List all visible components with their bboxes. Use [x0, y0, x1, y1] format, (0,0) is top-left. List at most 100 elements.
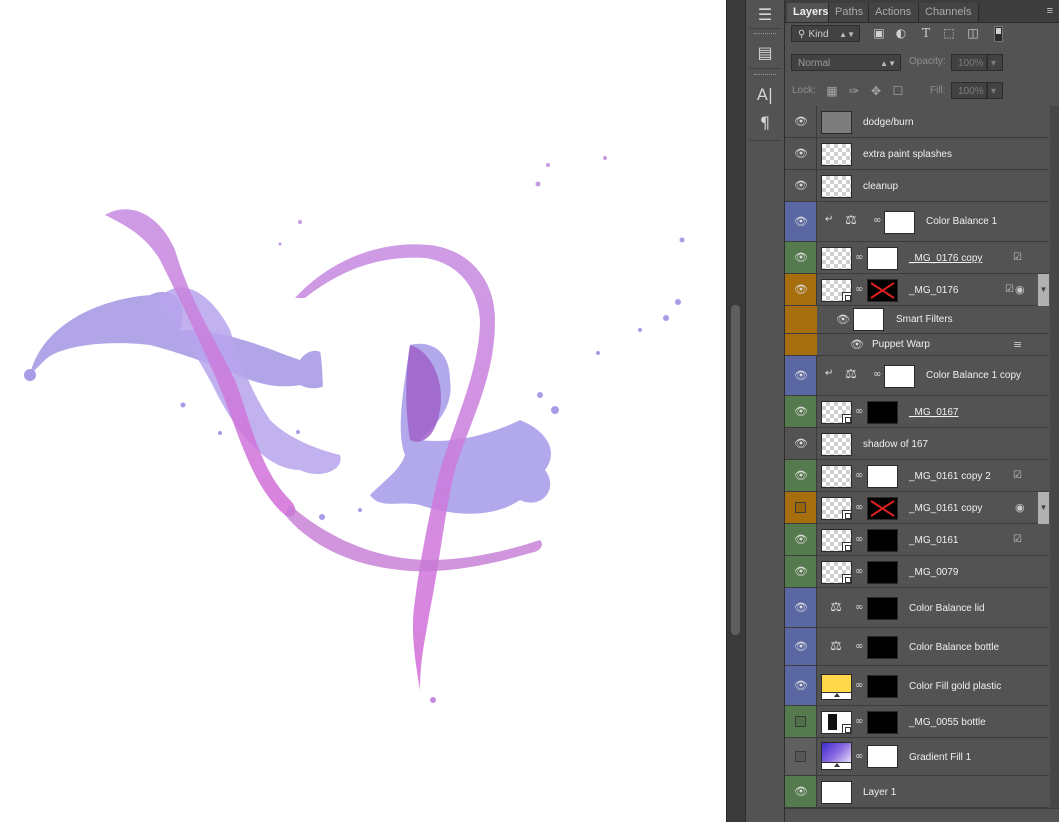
- puppet-warp-row[interactable]: 👁 Puppet Warp ≡: [785, 334, 1049, 356]
- pixel-filter-icon[interactable]: ▣: [872, 26, 886, 40]
- tab-paths[interactable]: Paths: [829, 3, 869, 22]
- layer-row[interactable]: ∞ _MG_0161 copy ◉ ▼: [785, 492, 1049, 524]
- eye-icon[interactable]: 👁: [835, 313, 851, 327]
- eye-icon[interactable]: 👁: [793, 179, 809, 193]
- layer-row[interactable]: 👁 ∞ _MG_0167: [785, 396, 1049, 428]
- eye-icon[interactable]: 👁: [793, 640, 809, 654]
- lock-move-icon[interactable]: ✥: [869, 84, 883, 98]
- type-filter-icon[interactable]: T: [919, 26, 933, 40]
- eye-icon[interactable]: 👁: [793, 533, 809, 547]
- tab-layers[interactable]: Layers: [787, 3, 829, 22]
- layer-name: shadow of 167: [863, 439, 929, 450]
- expand-effects-arrow-icon[interactable]: ▼: [1038, 492, 1049, 524]
- eye-icon[interactable]: 👁: [793, 147, 809, 161]
- strip-grip[interactable]: [754, 74, 776, 77]
- layer-visibility-cell[interactable]: 👁: [785, 170, 817, 201]
- layer-visibility-cell[interactable]: 👁: [785, 138, 817, 169]
- layer-row[interactable]: 👁 ∞ _MG_0161 copy 2 ☑: [785, 460, 1049, 492]
- layer-visibility-cell[interactable]: [785, 706, 817, 737]
- layer-visibility-cell[interactable]: 👁: [785, 776, 817, 807]
- expand-effects-arrow-icon[interactable]: ▼: [1038, 274, 1049, 306]
- layer-row[interactable]: 👁 ∞ _MG_0079: [785, 556, 1049, 588]
- hidden-visibility-box[interactable]: [795, 751, 806, 762]
- eye-icon[interactable]: 👁: [793, 405, 809, 419]
- layer-visibility-cell[interactable]: 👁: [785, 428, 817, 459]
- layer-row[interactable]: 👁 ↵ ⚖ ∞ Color Balance 1 copy: [785, 356, 1049, 396]
- smart-filters-row[interactable]: 👁 Smart Filters: [785, 306, 1049, 334]
- smart-object-filter-icon[interactable]: ◫: [966, 26, 980, 40]
- eye-icon[interactable]: 👁: [849, 338, 865, 352]
- character-panel-icon[interactable]: A|: [754, 84, 776, 106]
- layer-row[interactable]: 👁 shadow of 167: [785, 428, 1049, 460]
- filter-kind-select[interactable]: ⚲ Kind ▲▼: [791, 25, 860, 42]
- layer-visibility-cell[interactable]: 👁: [785, 628, 817, 665]
- layer-row[interactable]: 👁 ∞ _MG_0161 ☑: [785, 524, 1049, 556]
- layer-visibility-cell[interactable]: 👁: [785, 274, 817, 305]
- filter-toggle-switch[interactable]: [994, 26, 1003, 42]
- layer-row[interactable]: 👁 ∞ Color Fill gold plastic: [785, 666, 1049, 706]
- layer-visibility-cell[interactable]: 👁: [785, 106, 817, 137]
- layers-panel-scrollbar[interactable]: [1050, 106, 1059, 822]
- eye-icon[interactable]: 👁: [793, 679, 809, 693]
- smart-filter-badge-icon[interactable]: ◉: [1015, 502, 1029, 514]
- layer-visibility-cell[interactable]: 👁: [785, 666, 817, 705]
- blend-mode-select[interactable]: Normal ▲▼: [791, 54, 901, 71]
- tab-actions[interactable]: Actions: [869, 3, 919, 22]
- layer-row[interactable]: 👁 extra paint splashes: [785, 138, 1049, 170]
- layer-row[interactable]: 👁 dodge/burn: [785, 106, 1049, 138]
- tab-channels[interactable]: Channels: [919, 3, 979, 22]
- lock-paint-icon[interactable]: ✑: [847, 84, 861, 98]
- paragraph-panel-icon[interactable]: ¶: [754, 112, 776, 134]
- filter-blending-options-icon[interactable]: ≡: [1013, 339, 1027, 351]
- layer-row[interactable]: ∞ Gradient Fill 1: [785, 738, 1049, 776]
- strip-grip[interactable]: [754, 33, 776, 36]
- layer-visibility-cell[interactable]: 👁: [785, 556, 817, 587]
- layer-row[interactable]: 👁 ↵ ⚖ ∞ Color Balance 1: [785, 202, 1049, 242]
- document-canvas[interactable]: [0, 0, 726, 822]
- fill-field[interactable]: 100%: [951, 82, 987, 99]
- eye-icon[interactable]: 👁: [793, 785, 809, 799]
- layer-thumbnail: [821, 111, 852, 134]
- layer-row[interactable]: 👁 ⚖ ∞ Color Balance bottle: [785, 628, 1049, 666]
- hidden-visibility-box[interactable]: [795, 502, 806, 513]
- eye-icon[interactable]: 👁: [793, 115, 809, 129]
- eye-icon[interactable]: 👁: [793, 283, 809, 297]
- layer-visibility-cell[interactable]: 👁: [785, 524, 817, 555]
- canvas-scroll-thumb[interactable]: [731, 305, 740, 635]
- fill-dropdown-button[interactable]: ▾: [987, 82, 1003, 99]
- layer-visibility-cell[interactable]: [785, 492, 817, 523]
- eye-icon[interactable]: 👁: [793, 601, 809, 615]
- layer-visibility-cell[interactable]: 👁: [785, 588, 817, 627]
- eye-icon[interactable]: 👁: [793, 437, 809, 451]
- bottle-silhouette: [828, 714, 837, 730]
- layer-row[interactable]: 👁 cleanup: [785, 170, 1049, 202]
- opacity-field[interactable]: 100%: [951, 54, 987, 71]
- layer-visibility-cell[interactable]: 👁: [785, 242, 817, 273]
- eye-icon[interactable]: 👁: [793, 251, 809, 265]
- layer-visibility-cell[interactable]: 👁: [785, 202, 817, 241]
- opacity-dropdown-button[interactable]: ▾: [987, 54, 1003, 71]
- layer-visibility-cell[interactable]: 👁: [785, 396, 817, 427]
- shape-filter-icon[interactable]: ⬚: [942, 26, 956, 40]
- lock-all-icon[interactable]: ☐: [891, 84, 905, 98]
- adjustment-filter-icon[interactable]: ◐: [894, 26, 908, 40]
- panel-menu-icon[interactable]: ≡: [1047, 5, 1053, 17]
- eye-icon[interactable]: 👁: [793, 565, 809, 579]
- layer-row[interactable]: 👁 Layer 1: [785, 776, 1049, 808]
- lock-transparent-icon[interactable]: ▦: [825, 84, 839, 98]
- eye-icon[interactable]: 👁: [793, 215, 809, 229]
- hidden-visibility-box[interactable]: [795, 716, 806, 727]
- eye-icon[interactable]: 👁: [793, 469, 809, 483]
- layer-visibility-cell[interactable]: 👁: [785, 460, 817, 491]
- filter-kind-label: Kind: [808, 29, 829, 40]
- smart-filter-badge-icon[interactable]: ◉: [1015, 284, 1029, 296]
- layer-row[interactable]: ∞ _MG_0055 bottle: [785, 706, 1049, 738]
- layer-row[interactable]: 👁 ⚖ ∞ Color Balance lid: [785, 588, 1049, 628]
- eye-icon[interactable]: 👁: [793, 369, 809, 383]
- brush-presets-icon[interactable]: ☰: [754, 4, 776, 26]
- layer-row[interactable]: 👁 ∞ _MG_0176 copy ☑: [785, 242, 1049, 274]
- clone-source-icon[interactable]: ▤: [754, 42, 776, 64]
- layer-visibility-cell[interactable]: 👁: [785, 356, 817, 395]
- layer-visibility-cell[interactable]: [785, 738, 817, 775]
- layer-row[interactable]: 👁 ∞ _MG_0176 ☑ ◉ ▼: [785, 274, 1049, 306]
